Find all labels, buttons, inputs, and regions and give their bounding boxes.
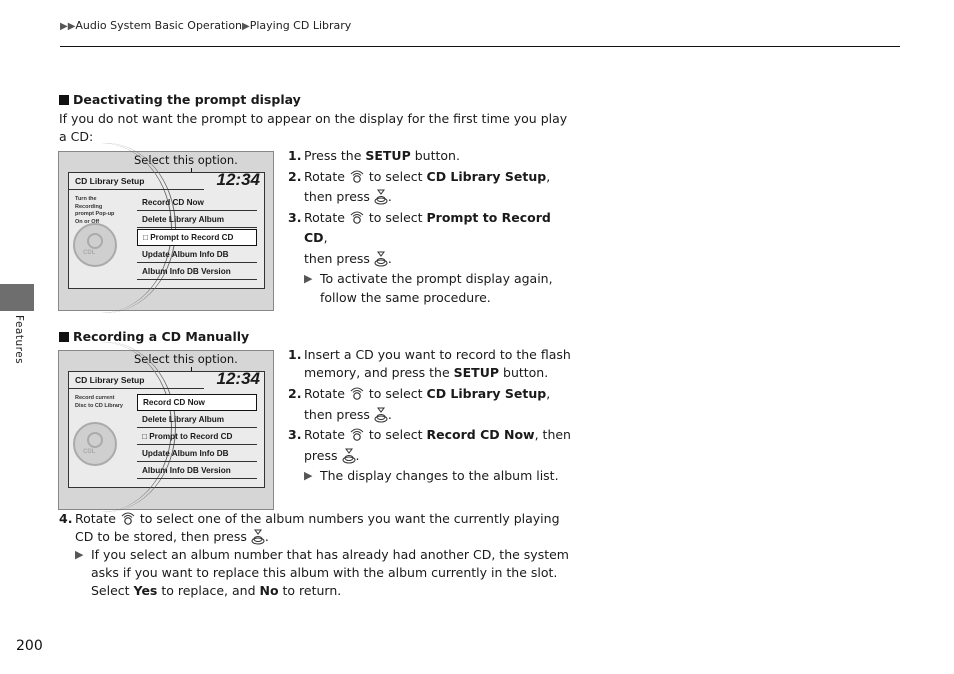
side-tab[interactable] — [0, 284, 34, 311]
menu-item[interactable]: Album Info DB Version — [137, 463, 257, 479]
note-arrow-icon: ▶ — [75, 548, 84, 561]
steps-list: 1. Insert a CD you want to record to the … — [288, 346, 578, 485]
section-heading-text: Deactivating the prompt display — [73, 92, 301, 107]
note: ▶ If you select an album number that has … — [75, 547, 569, 598]
step: 2. Rotate to select CD Library Setup, then… — [288, 168, 551, 205]
screen-figure: Select this option. CD Library Setup 12:… — [58, 342, 274, 512]
screen-divider — [69, 388, 204, 389]
double-triangle-icon: ▶▶ — [60, 21, 76, 32]
step: 3. Rotate to select Prompt to Record CD, t… — [288, 209, 551, 266]
page-number: 200 — [16, 638, 43, 654]
press-knob-icon — [251, 529, 265, 545]
screen-clock: 12:34 — [216, 170, 260, 189]
note: ▶ The display changes to the album list. — [304, 468, 559, 483]
menu-item[interactable]: Record CD Now — [137, 195, 257, 211]
menu-item[interactable]: Delete Library Album — [137, 412, 257, 428]
selector-knob-icon — [350, 387, 364, 400]
section-heading: Deactivating the prompt display — [59, 92, 301, 107]
screen-description: Turn the Recording prompt Pop-up On or O… — [75, 196, 115, 225]
section-heading: Recording a CD Manually — [59, 329, 249, 344]
menu-item[interactable]: Delete Library Album — [137, 212, 257, 228]
breadcrumb-item[interactable]: Playing CD Library — [250, 19, 352, 32]
setup-menu: Record CD Now Delete Library Album □ Pro… — [137, 195, 257, 281]
press-knob-icon — [374, 251, 388, 266]
press-knob-icon — [342, 448, 355, 463]
steps-list: 1. Press the SETUP button. 2. Rotate to se… — [288, 146, 578, 307]
side-tab-label: Features — [13, 315, 25, 365]
menu-item-selected[interactable]: □ Prompt to Record CD — [137, 229, 257, 246]
step: 1. Insert a CD you want to record to the … — [288, 347, 571, 380]
selector-knob-icon — [350, 428, 364, 441]
header-rule — [60, 46, 900, 47]
intro-paragraph: If you do not want the prompt to appear … — [59, 111, 568, 144]
step-4: 4. Rotate to select one of the album numb… — [59, 510, 579, 600]
square-bullet-icon — [59, 332, 69, 342]
selector-knob-icon — [121, 512, 135, 525]
setup-menu: Record CD Now Delete Library Album □ Pro… — [137, 394, 257, 480]
breadcrumb-item[interactable]: Audio System Basic Operation — [75, 19, 242, 32]
menu-item-selected[interactable]: Record CD Now — [137, 394, 257, 411]
display-screen: CD Library Setup 12:34 Turn the Recordin… — [68, 143, 265, 313]
breadcrumb: ▶▶Audio System Basic Operation▶Playing C… — [60, 19, 351, 32]
screen-divider — [69, 189, 204, 190]
note-arrow-icon: ▶ — [304, 469, 313, 482]
step: 3. Rotate to select Record CD Now, then pr… — [288, 427, 571, 463]
step: 1. Press the SETUP button. — [288, 148, 460, 163]
screen-figure: Select this option. CD Library Setup 12:… — [58, 143, 274, 313]
cd-library-icon: CDL — [73, 223, 117, 267]
step: 4. Rotate to select one of the album numb… — [59, 511, 560, 545]
menu-item[interactable]: Album Info DB Version — [137, 264, 257, 280]
screen-title: CD Library Setup — [75, 176, 145, 186]
screen-description: Record current Disc to CD Library — [75, 395, 123, 409]
screen-title: CD Library Setup — [75, 375, 145, 385]
cd-library-icon: CDL — [73, 422, 117, 466]
screen-clock: 12:34 — [216, 369, 260, 388]
note-arrow-icon: ▶ — [304, 272, 313, 285]
menu-item[interactable]: Update Album Info DB — [137, 247, 257, 263]
selector-knob-icon — [350, 211, 364, 224]
press-knob-icon — [374, 407, 388, 422]
triangle-icon: ▶ — [242, 21, 250, 32]
menu-item[interactable]: Update Album Info DB — [137, 446, 257, 462]
note: ▶ To activate the prompt display again, f… — [304, 271, 553, 305]
step: 2. Rotate to select CD Library Setup, then… — [288, 386, 551, 422]
menu-item[interactable]: □ Prompt to Record CD — [137, 429, 257, 445]
press-knob-icon — [374, 189, 388, 205]
square-bullet-icon — [59, 95, 69, 105]
display-screen: CD Library Setup 12:34 Record current Di… — [68, 342, 265, 512]
selector-knob-icon — [350, 170, 364, 183]
